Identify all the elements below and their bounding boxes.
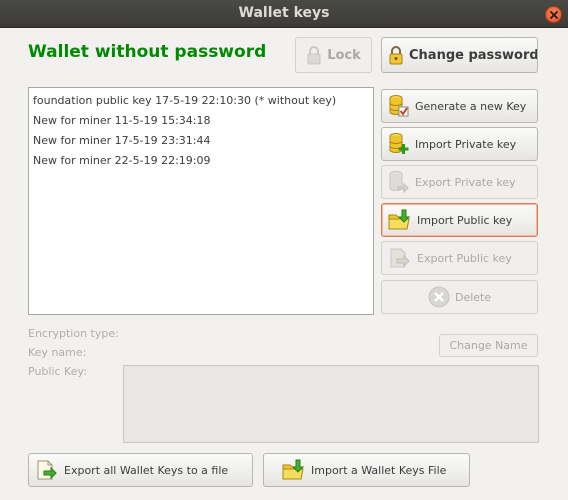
lock-icon — [307, 46, 321, 65]
encryption-type-label: Encryption type: — [28, 327, 119, 340]
export-all-keys-label: Export all Wallet Keys to a file — [64, 463, 229, 477]
list-item[interactable]: New for miner 17-5-19 23:31:44 — [33, 131, 369, 151]
window-title: Wallet keys — [238, 5, 330, 21]
file-export-icon — [390, 248, 410, 268]
wallet-status-heading: Wallet without password — [28, 42, 267, 62]
folder-import-icon — [282, 459, 305, 480]
key-name-label: Key name: — [28, 346, 87, 359]
close-window-button[interactable] — [545, 6, 562, 23]
generate-key-button[interactable]: Generate a new Key — [381, 89, 538, 123]
import-private-key-label: Import Private key — [415, 137, 517, 151]
delete-label: Delete — [455, 290, 492, 304]
import-public-key-button[interactable]: Import Public key — [381, 203, 538, 237]
import-keys-file-button[interactable]: Import a Wallet Keys File — [263, 453, 470, 487]
list-item[interactable]: New for miner 11-5-19 15:34:18 — [33, 111, 369, 131]
database-add-icon — [389, 133, 409, 154]
export-public-key-label: Export Public key — [417, 251, 512, 265]
file-export-icon — [37, 460, 57, 480]
folder-import-icon — [388, 209, 411, 230]
export-public-key-button[interactable]: Export Public key — [381, 241, 538, 275]
import-private-key-button[interactable]: Import Private key — [381, 127, 538, 161]
change-name-button[interactable]: Change Name — [439, 334, 538, 357]
padlock-icon — [389, 46, 403, 65]
public-key-label: Public Key: — [28, 365, 87, 378]
list-item[interactable]: New for miner 22-5-19 22:19:09 — [33, 151, 369, 171]
generate-key-label: Generate a new Key — [415, 99, 527, 113]
lock-label: Lock — [327, 47, 361, 63]
lock-button[interactable]: Lock — [295, 37, 372, 73]
delete-icon — [428, 286, 450, 308]
change-password-label: Change password — [409, 47, 538, 63]
wallet-keys-list[interactable]: foundation public key 17-5-19 22:10:30 (… — [28, 87, 374, 315]
title-bar: Wallet keys — [0, 0, 568, 28]
change-password-button[interactable]: Change password — [381, 37, 538, 73]
export-all-keys-button[interactable]: Export all Wallet Keys to a file — [28, 453, 253, 487]
export-private-key-button[interactable]: Export Private key — [381, 165, 538, 199]
change-name-label: Change Name — [449, 339, 528, 352]
export-private-key-label: Export Private key — [415, 175, 516, 189]
database-check-icon — [389, 95, 409, 117]
import-public-key-label: Import Public key — [417, 213, 513, 227]
import-keys-file-label: Import a Wallet Keys File — [311, 463, 447, 477]
database-export-icon — [389, 171, 409, 194]
list-item[interactable]: foundation public key 17-5-19 22:10:30 (… — [33, 91, 369, 111]
delete-button[interactable]: Delete — [381, 280, 538, 314]
public-key-display[interactable] — [123, 365, 539, 443]
